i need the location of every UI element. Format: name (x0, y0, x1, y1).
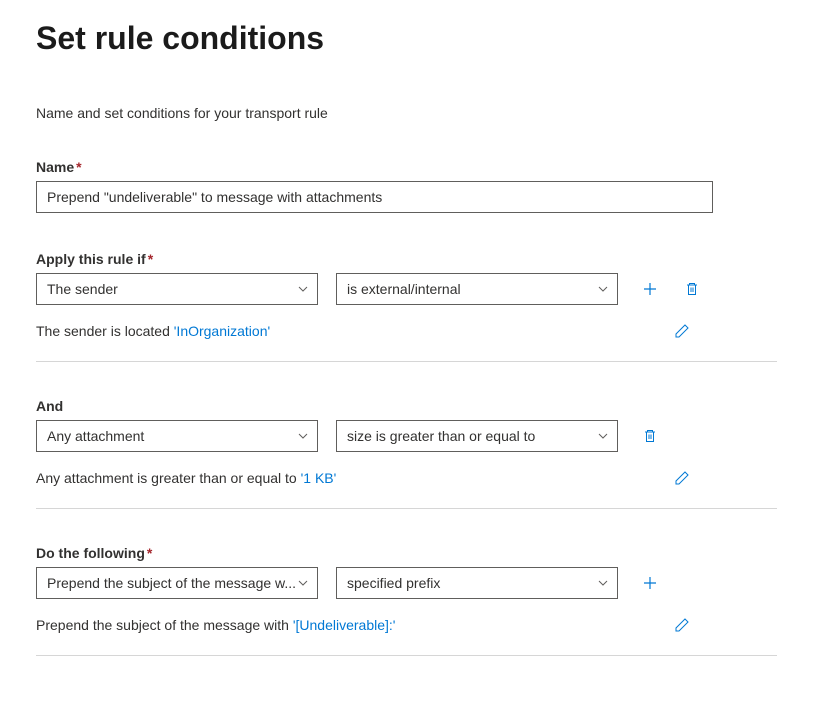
apply-if-predicate-select[interactable]: is external/internal (336, 273, 618, 305)
pencil-icon (674, 617, 690, 633)
required-asterisk: * (147, 545, 152, 561)
and-predicate-select[interactable]: size is greater than or equal to (336, 420, 618, 452)
and-summary: Any attachment is greater than or equal … (36, 470, 336, 486)
action-predicate-select[interactable]: specified prefix (336, 567, 618, 599)
required-asterisk: * (148, 251, 153, 267)
plus-icon (642, 281, 658, 297)
select-value: Prepend the subject of the message w... (47, 575, 296, 591)
plus-icon (642, 575, 658, 591)
select-value: Any attachment (47, 428, 144, 444)
page-subtitle: Name and set conditions for your transpo… (36, 105, 777, 121)
delete-condition-button[interactable] (636, 422, 664, 450)
action-summary: Prepend the subject of the message with … (36, 617, 395, 633)
summary-prefix: Prepend the subject of the message with (36, 617, 293, 633)
name-input[interactable] (36, 181, 713, 213)
select-value: specified prefix (347, 575, 440, 591)
select-value: is external/internal (347, 281, 461, 297)
and-condition-select[interactable]: Any attachment (36, 420, 318, 452)
summary-value-link[interactable]: '[Undeliverable]:' (293, 617, 396, 633)
edit-condition-button[interactable] (668, 464, 696, 492)
trash-icon (642, 428, 658, 444)
add-condition-button[interactable] (636, 275, 664, 303)
apply-if-label: Apply this rule if* (36, 251, 777, 267)
apply-if-label-text: Apply this rule if (36, 251, 146, 267)
do-following-label: Do the following* (36, 545, 777, 561)
pencil-icon (674, 323, 690, 339)
name-label: Name* (36, 159, 777, 175)
summary-value-link[interactable]: 'InOrganization' (174, 323, 270, 339)
name-label-text: Name (36, 159, 74, 175)
do-following-label-text: Do the following (36, 545, 145, 561)
select-value: size is greater than or equal to (347, 428, 535, 444)
summary-prefix: Any attachment is greater than or equal … (36, 470, 301, 486)
select-value: The sender (47, 281, 118, 297)
delete-condition-button[interactable] (678, 275, 706, 303)
and-label: And (36, 398, 777, 414)
apply-if-condition-select[interactable]: The sender (36, 273, 318, 305)
page-title: Set rule conditions (36, 20, 777, 57)
apply-if-summary: The sender is located 'InOrganization' (36, 323, 270, 339)
summary-prefix: The sender is located (36, 323, 174, 339)
edit-action-button[interactable] (668, 611, 696, 639)
trash-icon (684, 281, 700, 297)
pencil-icon (674, 470, 690, 486)
summary-value-link[interactable]: '1 KB' (301, 470, 337, 486)
required-asterisk: * (76, 159, 81, 175)
add-action-button[interactable] (636, 569, 664, 597)
edit-condition-button[interactable] (668, 317, 696, 345)
action-select[interactable]: Prepend the subject of the message w... (36, 567, 318, 599)
